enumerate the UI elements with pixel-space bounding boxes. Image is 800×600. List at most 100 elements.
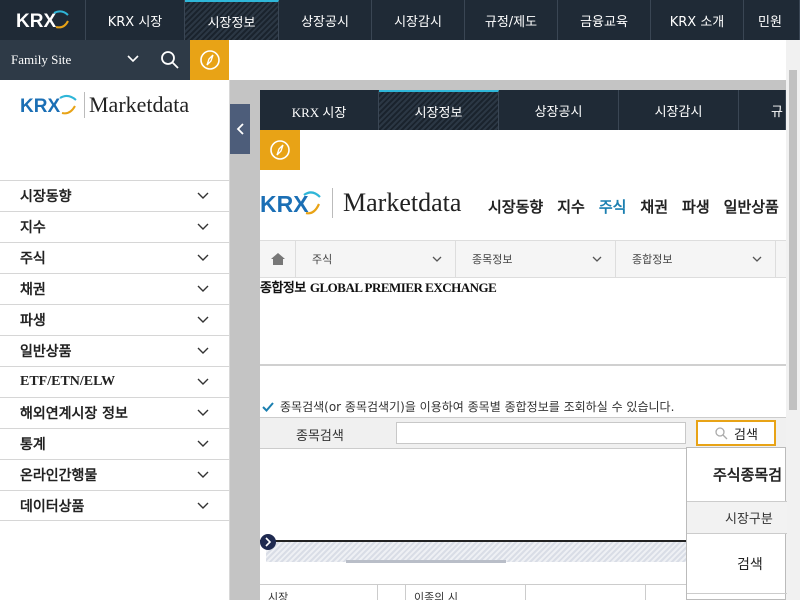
popup-title: 주식종목검	[687, 448, 787, 502]
sidebar-item-stock[interactable]: 주식	[0, 242, 230, 273]
breadcrumb-label: 종목정보	[472, 253, 513, 266]
stock-search-button-label: 검색	[734, 427, 758, 443]
inner-menu-index[interactable]: 지수	[557, 196, 585, 217]
page-scrollbar[interactable]	[786, 40, 800, 600]
inner-brand-title: Marketdata	[332, 188, 461, 218]
sidebar-item-bond[interactable]: 채권	[0, 273, 230, 304]
krx-logo: KRX	[260, 191, 321, 217]
popup-search-label: 검색	[687, 534, 787, 594]
page-title: 종합정보 GLOBAL PREMIER EXCHANGE	[260, 277, 497, 296]
expand-arrow-button[interactable]	[260, 534, 276, 550]
inner-category-menu: 시장동향 지수 주식 채권 파생 일반상품	[488, 196, 779, 217]
sidebar-item-label: 통계	[20, 437, 46, 453]
stock-search-input[interactable]	[396, 422, 686, 444]
inner-nav-listing-disclosure[interactable]: 상장공시	[499, 90, 619, 130]
svg-text:KRX: KRX	[16, 11, 56, 31]
nav-regulations[interactable]: 규정/제도	[465, 0, 558, 40]
sidebar-item-statistics[interactable]: 통계	[0, 428, 230, 459]
nav-market-info[interactable]: 시장정보	[185, 0, 279, 40]
breadcrumb-overview[interactable]: 종합정보	[616, 241, 776, 277]
breadcrumb-stock[interactable]: 주식	[296, 241, 456, 277]
chevron-right-icon	[265, 537, 272, 547]
sidebar-collapse-button[interactable]	[230, 104, 250, 154]
chevron-down-icon	[197, 254, 209, 261]
page-title-en: GLOBAL PREMIER EXCHANGE	[309, 280, 497, 295]
inner-nav-market-info[interactable]: 시장정보	[379, 90, 499, 130]
check-icon	[262, 401, 274, 412]
tab-indicator	[346, 560, 506, 563]
chevron-down-icon	[197, 502, 209, 509]
inner-menu-stock[interactable]: 주식	[599, 196, 627, 217]
sidebar-item-derivatives[interactable]: 파생	[0, 304, 230, 335]
nav-krx-intro[interactable]: KRX 소개	[651, 0, 744, 40]
chevron-down-icon	[432, 256, 442, 262]
inner-menu-bond[interactable]: 채권	[640, 196, 668, 217]
sidebar-item-market-trend[interactable]: 시장동향	[0, 180, 230, 211]
nav-financial-education[interactable]: 금융교육	[558, 0, 651, 40]
inner-menu-derivatives[interactable]: 파생	[682, 196, 710, 217]
sidebar-item-label: 해외연계시장 정보	[20, 406, 128, 422]
nav-civil-petition[interactable]: 민원	[744, 0, 800, 40]
chevron-down-icon	[197, 192, 209, 199]
notice: 종목검색(or 종목검색기)을 이용하여 종목별 종합정보를 조회하실 수 있습…	[262, 398, 674, 415]
compass-icon	[270, 140, 290, 160]
scrollbar-thumb[interactable]	[789, 70, 797, 410]
sitemap-button[interactable]	[190, 40, 229, 80]
inner-sitemap-button[interactable]	[260, 130, 300, 170]
chevron-down-icon	[197, 409, 209, 416]
breadcrumb-stock-info[interactable]: 종목정보	[456, 241, 616, 277]
inner-top-nav: KRX 시장 시장정보 상장공시 시장감시 규	[260, 90, 786, 130]
sidebar-item-label: ETF/ETN/ELW	[20, 374, 116, 389]
sidebar-item-online-publications[interactable]: 온라인간행물	[0, 459, 230, 490]
inner-nav-regulations[interactable]: 규	[739, 90, 786, 130]
sidebar-brand[interactable]: KRX Marketdata	[20, 92, 189, 118]
sidebar-brand-title: Marketdata	[84, 92, 189, 118]
sidebar-item-data-products[interactable]: 데이터상품	[0, 490, 230, 521]
sidebar-item-commodities[interactable]: 일반상품	[0, 335, 230, 366]
inner-nav-market-surveillance[interactable]: 시장감시	[619, 90, 739, 130]
chevron-down-icon	[197, 440, 209, 447]
inner-menu-market-trend[interactable]: 시장동향	[488, 196, 543, 217]
sidebar-item-label: 온라인간행물	[20, 468, 98, 484]
stock-search-popup: 주식종목검 시장구분 검색	[686, 447, 787, 600]
sidebar-item-label: 데이터상품	[20, 498, 85, 515]
sidebar-item-label: 주식	[20, 251, 46, 267]
krx-logo[interactable]: KRX	[0, 0, 86, 40]
nav-krx-market[interactable]: KRX 시장	[86, 0, 185, 40]
page-title-kr: 종합정보	[260, 281, 306, 296]
family-site-label: Family Site	[11, 52, 72, 67]
table-cell: 이종의 시	[406, 585, 526, 600]
section-divider	[260, 364, 786, 366]
sidebar-item-label: 파생	[20, 313, 46, 329]
home-icon	[270, 253, 285, 265]
sidebar-item-index[interactable]: 지수	[0, 211, 230, 242]
breadcrumb-home[interactable]	[260, 241, 296, 277]
popup-market-label: 시장구분	[687, 502, 787, 534]
search-icon	[715, 427, 728, 440]
inner-brand[interactable]: KRX Marketdata	[260, 188, 461, 218]
chevron-down-icon	[752, 256, 762, 262]
sidebar: KRX Marketdata 시장동향 지수 주식 채권 파생 일반상품 ETF…	[0, 80, 230, 600]
chevron-down-icon	[197, 347, 209, 354]
chevron-down-icon	[197, 471, 209, 478]
inner-nav-krx-market[interactable]: KRX 시장	[260, 90, 379, 130]
chevron-down-icon	[197, 378, 209, 385]
chevron-left-icon	[236, 123, 244, 135]
breadcrumb-label: 주식	[312, 253, 333, 266]
krx-logo: KRX	[20, 94, 77, 117]
table-cell: 시장	[260, 585, 378, 600]
sidebar-item-label: 시장동향	[20, 189, 72, 205]
svg-text:KRX: KRX	[20, 96, 60, 117]
compass-icon	[199, 50, 220, 70]
search-button[interactable]	[150, 40, 190, 80]
chevron-down-icon	[197, 316, 209, 323]
chevron-down-icon	[197, 285, 209, 292]
sidebar-item-overseas-link[interactable]: 해외연계시장 정보	[0, 397, 230, 428]
chevron-down-icon	[197, 223, 209, 230]
stock-search-button[interactable]: 검색	[696, 420, 776, 446]
sidebar-item-etf-etn-elw[interactable]: ETF/ETN/ELW	[0, 366, 230, 397]
nav-listing-disclosure[interactable]: 상장공시	[279, 0, 372, 40]
inner-menu-commodities[interactable]: 일반상품	[724, 196, 779, 217]
breadcrumb: 주식 종목정보 종합정보	[260, 240, 786, 278]
nav-market-surveillance[interactable]: 시장감시	[372, 0, 465, 40]
